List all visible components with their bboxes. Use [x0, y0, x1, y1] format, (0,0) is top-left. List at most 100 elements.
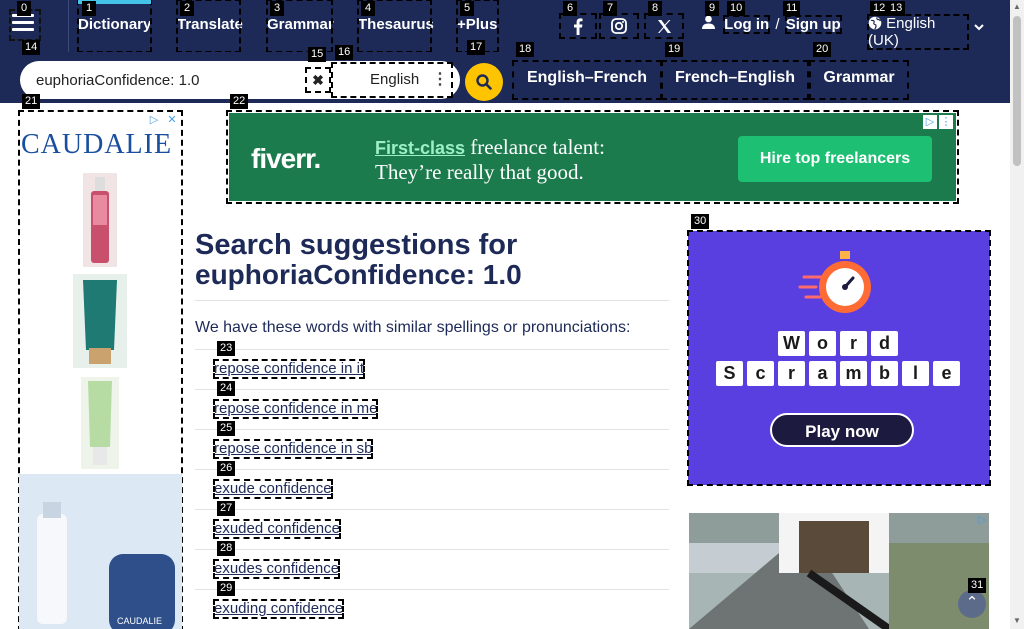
marker-29: 29	[217, 581, 236, 596]
letter-tile: a	[809, 361, 836, 386]
language-selector[interactable]: English (UK)	[867, 14, 969, 50]
scroll-thumb[interactable]	[1013, 16, 1021, 166]
list-item: repose confidence in sb	[195, 430, 669, 470]
more-vertical-icon: ⋮	[432, 71, 448, 88]
marker-7: 7	[603, 1, 617, 16]
list-item: exudes confidence	[195, 550, 669, 590]
fiverr-line1: freelance talent:	[465, 135, 605, 159]
main-content: Search suggestions for euphoriaConfidenc…	[195, 230, 669, 619]
fiverr-line2: They’re really that good.	[375, 160, 584, 184]
ad-choices-icon[interactable]: ▷	[147, 113, 161, 127]
letter-tile: r	[778, 361, 805, 386]
marker-8: 8	[648, 1, 662, 16]
left-ad[interactable]: ▷ ✕ CAUDALIE CAUDALIE	[18, 110, 183, 629]
video-ad-image	[689, 513, 989, 629]
scrollbar[interactable]: ▲ ▼	[1010, 0, 1024, 629]
marker-10: 10	[727, 1, 746, 16]
marker-31: 31	[968, 578, 987, 593]
suggestion-link[interactable]: repose confidence in it	[212, 359, 366, 379]
marker-24: 24	[217, 381, 236, 396]
divider	[195, 300, 669, 301]
scroll-up-icon[interactable]: ▲	[1013, 2, 1021, 11]
letter-tile: W	[778, 331, 805, 356]
video-ad[interactable]: ▷	[689, 513, 989, 629]
marker-21: 21	[22, 94, 41, 109]
instagram-icon[interactable]	[599, 13, 639, 39]
letter-tile: e	[933, 361, 960, 386]
close-ad-icon[interactable]: ✕	[165, 113, 179, 127]
list-item: repose confidence in me	[195, 390, 669, 430]
ad-choices-icon[interactable]: ▷	[975, 513, 989, 527]
marker-11: 11	[783, 1, 801, 16]
suggestion-link[interactable]: exuded confidence	[213, 519, 341, 539]
ad-choices-icon[interactable]: ▷	[923, 115, 937, 129]
scroll-down-icon[interactable]: ▼	[1013, 616, 1021, 625]
suggestion-link[interactable]: exuding confidence	[212, 599, 345, 619]
page-title: Search suggestions for euphoriaConfidenc…	[195, 230, 669, 290]
letter-tile: S	[716, 361, 743, 386]
x-twitter-icon[interactable]	[644, 13, 684, 39]
marker-2: 2	[180, 1, 194, 16]
list-item: exude confidence	[195, 470, 669, 510]
suggestion-link[interactable]: exudes confidence	[212, 559, 341, 579]
letter-tile: m	[840, 361, 867, 386]
link-grammar[interactable]: Grammar	[809, 60, 909, 100]
fiverr-banner-body: fiverr. First-class freelance talent: Th…	[229, 113, 956, 201]
suggestion-link[interactable]: exude confidence	[213, 479, 333, 499]
stopwatch-icon	[798, 251, 871, 313]
globe-icon	[868, 16, 882, 30]
dictionary-select[interactable]: English ⋮	[331, 62, 453, 98]
suggestion-link[interactable]: repose confidence in me	[212, 399, 379, 419]
marker-5: 5	[460, 1, 474, 16]
marker-26: 26	[217, 461, 236, 476]
fiverr-tagline: First-class freelance talent: They’re re…	[375, 135, 605, 184]
caudalie-logo: CAUDALIE	[21, 129, 173, 160]
facebook-icon[interactable]	[559, 13, 597, 39]
clear-icon[interactable]: ✖	[305, 67, 331, 93]
play-now-button[interactable]: Play now	[770, 413, 914, 447]
ad-menu-icon[interactable]: ⋮	[939, 115, 953, 129]
caudalie-photo-image: CAUDALIE	[19, 474, 182, 629]
marker-13: 13	[887, 1, 906, 16]
chevron-down-icon[interactable]	[974, 18, 984, 36]
marker-1: 1	[82, 1, 96, 16]
product-cream-image	[81, 377, 119, 469]
nav-divider	[68, 0, 69, 52]
link-english-french[interactable]: English–French	[512, 60, 662, 100]
letter-tile: c	[747, 361, 774, 386]
signup-link[interactable]: Sign up	[784, 15, 842, 34]
suggestion-link[interactable]: repose confidence in sb	[212, 439, 374, 459]
letter-tile: l	[902, 361, 929, 386]
word-scramble-ad[interactable]: W o r d S c r a m b l e Play now	[687, 230, 991, 486]
marker-20: 20	[813, 42, 832, 57]
fiverr-highlight: First-class	[375, 138, 466, 158]
marker-3: 3	[270, 1, 284, 16]
marker-4: 4	[361, 1, 375, 16]
user-icon	[702, 15, 716, 33]
scroll-to-top-icon[interactable]: ⌃	[958, 590, 986, 618]
search-input[interactable]	[36, 69, 306, 91]
marker-6: 6	[563, 1, 577, 16]
marker-22: 22	[230, 94, 249, 109]
letter-tile: d	[871, 331, 898, 356]
search-icon	[476, 74, 492, 90]
hire-freelancers-button[interactable]: Hire top freelancers	[738, 136, 932, 182]
login-link[interactable]: Log in	[723, 15, 771, 34]
product-mist-image	[83, 173, 117, 267]
scramble-tiles: S c r a m b l e	[716, 361, 964, 386]
marker-16: 16	[335, 45, 354, 60]
link-french-english[interactable]: French–English	[661, 60, 809, 100]
page-title-query: euphoriaConfidence: 1.0	[195, 259, 522, 290]
intro-text: We have these words with similar spellin…	[195, 319, 631, 336]
list-item: exuding confidence	[195, 590, 669, 629]
account-links: Log in / Sign up	[702, 15, 842, 34]
list-item: exuded confidence	[195, 510, 669, 550]
marker-12: 12	[870, 1, 889, 16]
search-button[interactable]	[465, 63, 503, 101]
letter-tile: b	[871, 361, 898, 386]
fiverr-banner-ad[interactable]: fiverr. First-class freelance talent: Th…	[226, 110, 959, 204]
marker-15: 15	[308, 47, 327, 62]
marker-27: 27	[217, 501, 236, 516]
marker-18: 18	[516, 42, 535, 57]
letter-tile: o	[809, 331, 836, 356]
